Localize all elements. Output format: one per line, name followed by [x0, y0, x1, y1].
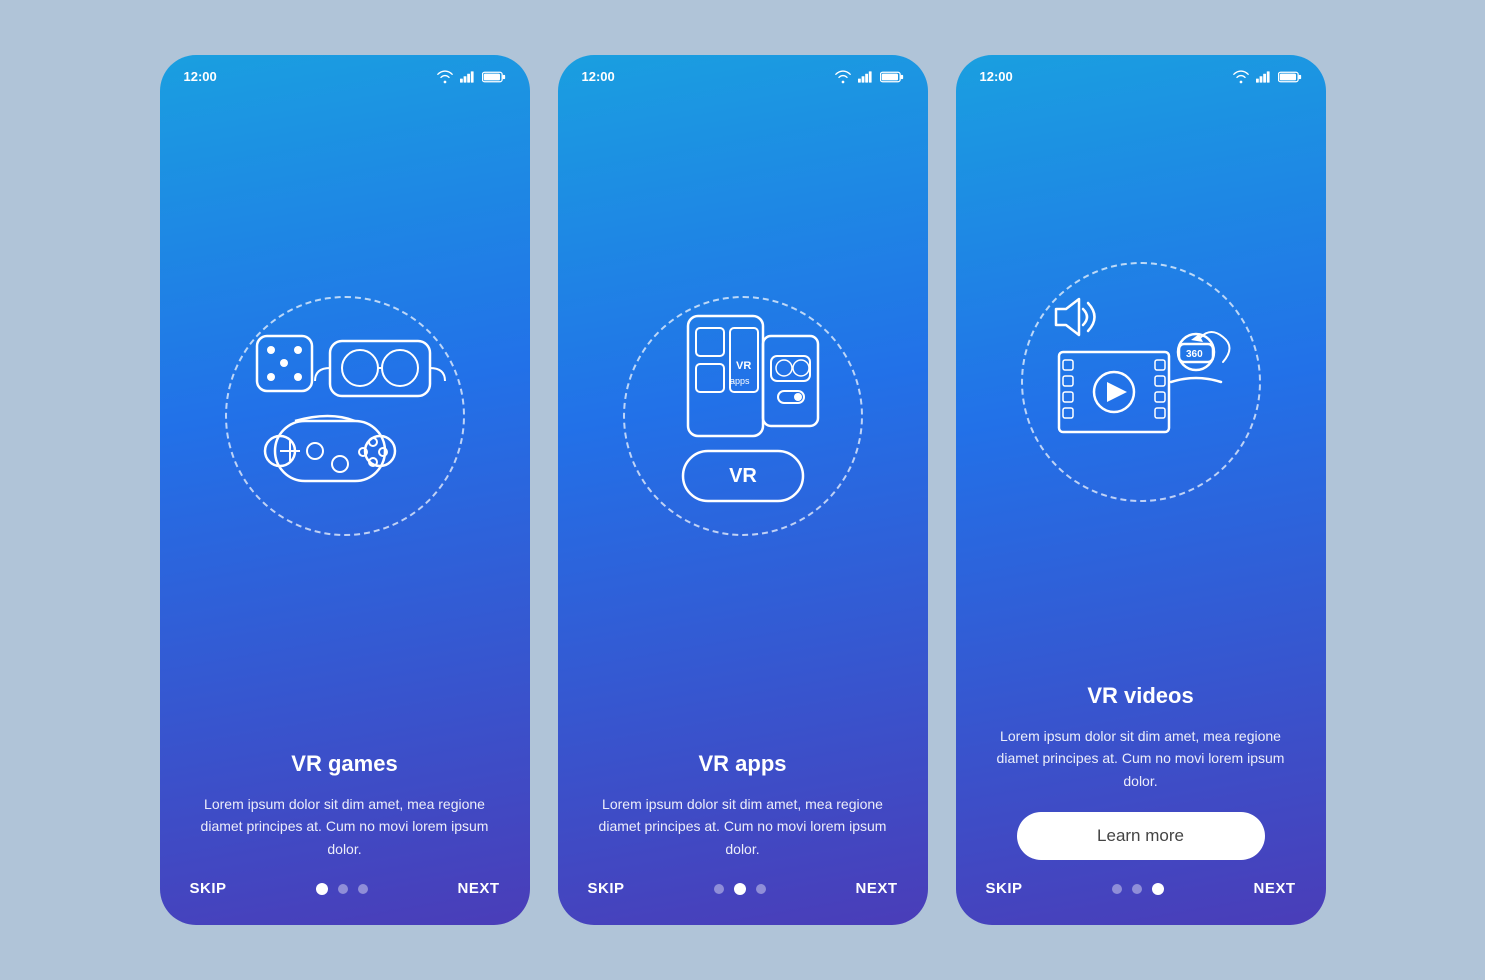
dot-3-2: [1132, 884, 1142, 894]
signal-icon-2: [858, 70, 874, 84]
screen-body-3: Lorem ipsum dolor sit dim amet, mea regi…: [986, 725, 1296, 792]
dot-1-3: [358, 884, 368, 894]
dots-3: [1112, 883, 1164, 895]
dashed-circle-3: 360: [1021, 262, 1261, 502]
dots-1: [316, 883, 368, 895]
dot-3-3: [1152, 883, 1164, 895]
dashed-circle-1: [225, 296, 465, 536]
learn-more-button[interactable]: Learn more: [1017, 812, 1265, 860]
svg-text:apps: apps: [730, 376, 750, 386]
vr-videos-svg: 360: [1031, 272, 1251, 492]
illustration-vr-apps: VR apps: [558, 92, 928, 741]
screen-vr-videos: 12:00: [956, 55, 1326, 925]
signal-icon-3: [1256, 70, 1272, 84]
illustration-vr-videos: 360: [956, 92, 1326, 673]
screen-body-2: Lorem ipsum dolor sit dim amet, mea regi…: [588, 793, 898, 860]
wifi-icon: [436, 70, 454, 84]
dot-3-1: [1112, 884, 1122, 894]
time-2: 12:00: [582, 69, 615, 84]
bottom-nav-1: SKIP NEXT: [160, 860, 530, 925]
screens-container: 12:00: [160, 55, 1326, 925]
svg-text:VR: VR: [729, 465, 757, 487]
battery-icon-2: [880, 71, 904, 83]
bottom-nav-3: SKIP NEXT: [956, 860, 1326, 925]
time-3: 12:00: [980, 69, 1013, 84]
screen-title-3: VR videos: [986, 683, 1296, 709]
next-button-3[interactable]: NEXT: [1253, 880, 1295, 897]
illustration-vr-games: [160, 92, 530, 741]
status-icons-2: [834, 70, 904, 84]
signal-icon: [460, 70, 476, 84]
time-1: 12:00: [184, 69, 217, 84]
screen-vr-games: 12:00: [160, 55, 530, 925]
screen-vr-apps: 12:00: [558, 55, 928, 925]
wifi-icon-2: [834, 70, 852, 84]
next-button-2[interactable]: NEXT: [855, 880, 897, 897]
dashed-circle-2: VR apps: [623, 296, 863, 536]
status-icons-3: [1232, 70, 1302, 84]
svg-text:360: 360: [1186, 349, 1203, 360]
screen-title-2: VR apps: [588, 751, 898, 777]
dot-1-1: [316, 883, 328, 895]
status-bar-1: 12:00: [160, 55, 530, 92]
skip-button-1[interactable]: SKIP: [190, 880, 227, 897]
skip-button-3[interactable]: SKIP: [986, 880, 1023, 897]
next-button-1[interactable]: NEXT: [457, 880, 499, 897]
battery-icon-3: [1278, 71, 1302, 83]
text-area-3: VR videos Lorem ipsum dolor sit dim amet…: [956, 673, 1326, 860]
screen-title-1: VR games: [190, 751, 500, 777]
battery-icon: [482, 71, 506, 83]
vr-games-svg: [235, 306, 455, 526]
dot-1-2: [338, 884, 348, 894]
screen-body-1: Lorem ipsum dolor sit dim amet, mea regi…: [190, 793, 500, 860]
dots-2: [714, 883, 766, 895]
status-icons-1: [436, 70, 506, 84]
vr-apps-svg: VR apps: [633, 306, 853, 526]
skip-button-2[interactable]: SKIP: [588, 880, 625, 897]
status-bar-2: 12:00: [558, 55, 928, 92]
dot-2-3: [756, 884, 766, 894]
bottom-nav-2: SKIP NEXT: [558, 860, 928, 925]
text-area-2: VR apps Lorem ipsum dolor sit dim amet, …: [558, 741, 928, 860]
text-area-1: VR games Lorem ipsum dolor sit dim amet,…: [160, 741, 530, 860]
wifi-icon-3: [1232, 70, 1250, 84]
dot-2-1: [714, 884, 724, 894]
status-bar-3: 12:00: [956, 55, 1326, 92]
dot-2-2: [734, 883, 746, 895]
svg-text:VR: VR: [736, 360, 751, 372]
